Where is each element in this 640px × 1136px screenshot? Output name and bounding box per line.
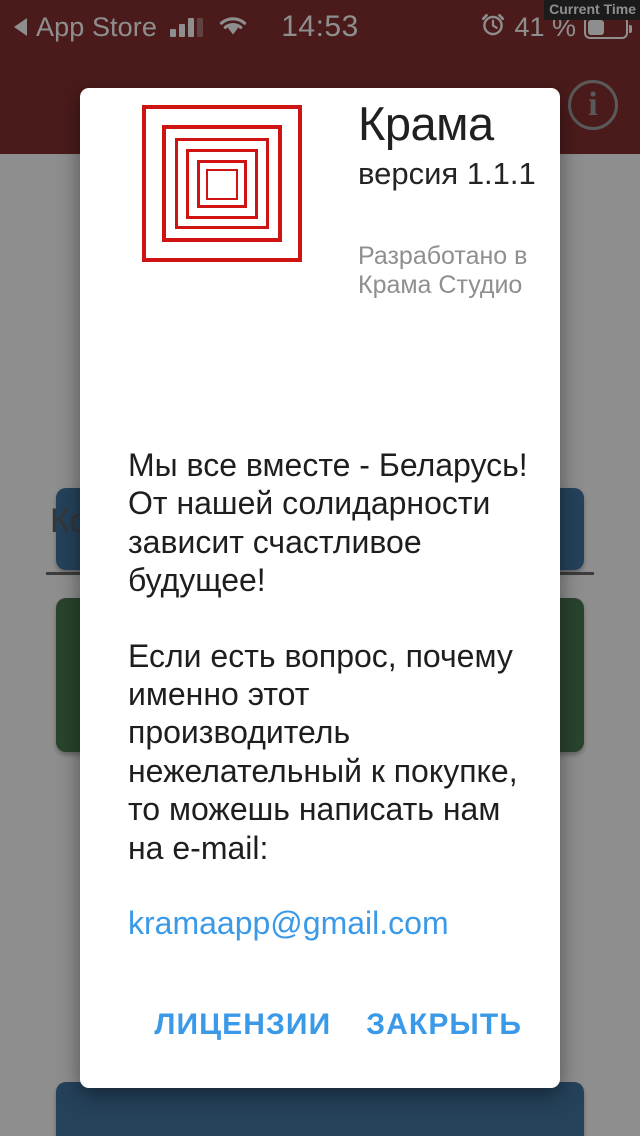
phone-screen: Ко КРАМА i App Store [0,0,640,1136]
dialog-paragraph-solidarity: Мы все вместе - Беларусь! От нашей солид… [128,447,528,599]
dialog-action-bar: ЛИЦЕНЗИИ ЗАКРЫТЬ [80,1000,560,1050]
contact-email-link[interactable]: kramaapp@gmail.com [128,904,449,942]
dialog-body: Мы все вместе - Беларусь! От нашей солид… [128,446,528,942]
dialog-version: версия 1.1.1 [358,155,536,191]
dialog-title: Крама [358,97,494,150]
close-button[interactable]: ЗАКРЫТЬ [360,1000,528,1050]
dialog-header: Крама версия 1.1.1 Разработано в Крама С… [80,88,560,428]
dialog-developer: Разработано в Крама Студио [358,241,528,299]
dialog-paragraph-contact: Если есть вопрос, почему именно этот про… [128,637,518,866]
licenses-button[interactable]: ЛИЦЕНЗИИ [148,1000,337,1050]
about-dialog: Крама версия 1.1.1 Разработано в Крама С… [80,88,560,1088]
dialog-title-block: Крама версия 1.1.1 Разработано в Крама С… [358,94,544,299]
concentric-squares-logo [142,105,302,262]
